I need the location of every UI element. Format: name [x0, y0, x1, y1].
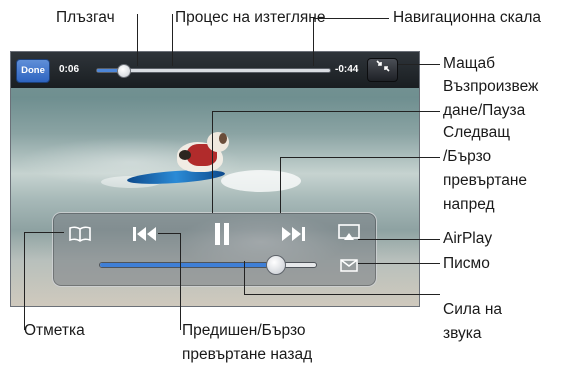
- leader-line-bookmark-h: [24, 232, 64, 233]
- video-screen[interactable]: Done 0:06 -0:44: [10, 51, 420, 307]
- mail-button[interactable]: [336, 256, 362, 274]
- leader-line-playback-progress: [172, 14, 173, 66]
- bookmark-book-icon: [69, 226, 91, 242]
- done-button[interactable]: Done: [16, 59, 50, 83]
- next-fast-forward-button[interactable]: [275, 219, 311, 249]
- leader-line-volume-h: [244, 294, 440, 295]
- navigation-bar: Done 0:06 -0:44: [11, 52, 419, 88]
- leader-line-volume: [244, 261, 245, 294]
- callout-scale: Мащаб: [443, 55, 495, 72]
- callout-play-pause: Възпроизвеж дане/Пауза: [443, 78, 539, 119]
- playback-progress-bar[interactable]: [96, 68, 331, 73]
- leader-line-scrubber: [137, 14, 138, 66]
- callout-scrubber: Плъзгач: [56, 9, 115, 26]
- scale-toggle-icon: [375, 60, 390, 72]
- callout-mail: Писмо: [443, 255, 490, 272]
- callout-airplay: AirPlay: [443, 230, 493, 247]
- callout-previous-rewind: Предишен/Бързо превъртане назад: [182, 322, 313, 363]
- leader-line-next-h: [280, 157, 440, 158]
- leader-line-next: [280, 157, 281, 213]
- volume-handle[interactable]: [265, 255, 286, 275]
- leader-line-navigation-bar: [313, 18, 314, 66]
- dog-ear: [219, 133, 227, 144]
- mail-envelope-icon: [340, 258, 358, 272]
- airplay-button[interactable]: [335, 221, 363, 245]
- dog-patch: [179, 150, 191, 160]
- callout-navigation-bar: Навигационна скала: [393, 9, 541, 26]
- wave-spray: [221, 170, 301, 192]
- elapsed-time: 0:06: [59, 64, 80, 75]
- leader-line-mail: [358, 263, 440, 264]
- leader-line-bookmark: [24, 232, 25, 330]
- leader-line-play-pause-h: [212, 111, 440, 112]
- callout-bookmark: Отметка: [24, 322, 85, 339]
- callout-next-fast-forward: Следващ /Бързо превъртане напред: [443, 124, 528, 213]
- previous-rewind-button[interactable]: [127, 219, 163, 249]
- leader-line-previous: [180, 233, 181, 330]
- callout-volume: Сила на звука: [443, 301, 503, 342]
- pause-icon: [215, 223, 229, 245]
- scale-button[interactable]: [367, 58, 398, 82]
- scrubber-handle[interactable]: [117, 64, 132, 78]
- bookmark-button[interactable]: [63, 219, 97, 249]
- callout-playback-progress: Процес на изтегляне: [175, 9, 326, 26]
- previous-rewind-icon: [133, 227, 156, 241]
- leader-line-scale: [398, 64, 440, 65]
- leader-line-airplay: [358, 239, 440, 240]
- control-panel: [52, 212, 377, 287]
- leader-line-navigation-bar-h: [313, 18, 389, 19]
- next-fast-forward-icon: [282, 227, 305, 241]
- play-pause-button[interactable]: [205, 217, 239, 251]
- leader-line-play-pause: [212, 111, 213, 213]
- remaining-time: -0:44: [335, 64, 359, 75]
- volume-fill: [100, 263, 275, 267]
- leader-line-previous-h: [158, 233, 180, 234]
